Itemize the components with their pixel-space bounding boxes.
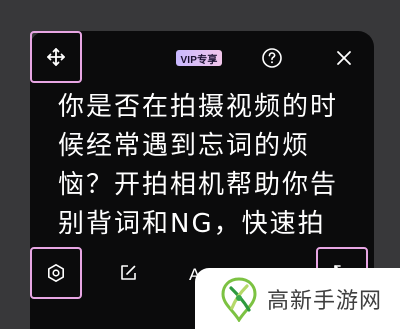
- teleprompter-script[interactable]: 你是否在拍摄视频的时 候经常遇到忘词的烦 恼？开拍相机帮助你告 别背词和NG，快…: [58, 88, 368, 244]
- edit-pencil-icon: [121, 265, 136, 280]
- edit-button[interactable]: [113, 258, 143, 288]
- move-arrows-icon: [47, 48, 65, 66]
- script-line: 别背词和NG，快速拍: [58, 209, 326, 239]
- site-watermark: 高新手游网: [195, 268, 400, 329]
- move-button[interactable]: [30, 31, 82, 83]
- watermark-text: 高新手游网: [267, 288, 383, 314]
- close-button[interactable]: [331, 45, 357, 71]
- script-line: 你是否在拍摄视频的时: [58, 92, 339, 122]
- vip-badge-label: VIP专享: [180, 54, 218, 66]
- vip-badge[interactable]: VIP专享: [176, 50, 222, 66]
- help-button[interactable]: [259, 45, 285, 71]
- teleprompter-screen: VIP专享 你是否在拍摄视频的时 候经常遇到忘词的烦 恼？开拍相机帮助你告 别背…: [0, 0, 400, 329]
- settings-button[interactable]: [30, 247, 82, 299]
- question-circle-icon: [262, 48, 282, 68]
- hexagon-settings-icon: [47, 263, 65, 283]
- close-x-icon: [337, 51, 351, 65]
- script-line: 恼？开拍相机帮助你告: [58, 170, 339, 200]
- site-logo-icon: [221, 276, 257, 322]
- script-line: 候经常遇到忘词的烦: [58, 131, 311, 161]
